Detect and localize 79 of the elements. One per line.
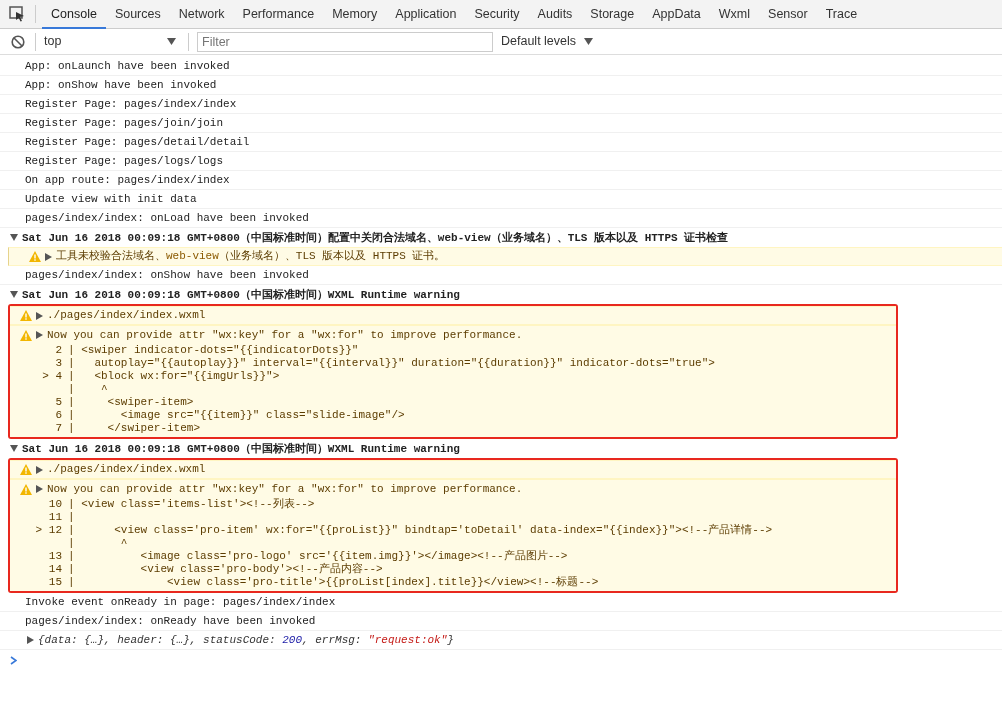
warning-icon: [20, 464, 32, 475]
line-number: 15: [47, 576, 62, 589]
tab[interactable]: Storage: [581, 0, 644, 29]
tab[interactable]: Wxml: [709, 0, 760, 29]
expand-arrow-icon: [36, 311, 43, 320]
warning-icon: [20, 310, 32, 321]
tab[interactable]: Application: [386, 0, 466, 29]
warning-icon: [20, 483, 32, 495]
code-line: | <swiper-item>: [68, 396, 194, 409]
tab[interactable]: Network: [169, 0, 234, 29]
code-line: | <image src="{{item}}" class="slide-image"/>: [68, 409, 405, 422]
line-number: 11: [47, 511, 62, 524]
tab[interactable]: Performance: [233, 0, 324, 29]
prompt-icon: [10, 656, 17, 665]
tab[interactable]: Trace: [816, 0, 867, 29]
clear-console-icon[interactable]: [11, 34, 25, 49]
code-line: |: [68, 511, 75, 524]
tab[interactable]: Console: [42, 0, 106, 29]
code-line: | <view class='pro-item' wx:for="{{proList}}" bindtap='toDetail' data-index="{{index}}"><!--产品详情-->: [68, 524, 773, 537]
group-header: Sat Jun 16 2018 00:09:18 GMT+0800（中国标准时间）配置中关闭合法域名、web-view（业务域名）、TLS 版本以及 HTTPS 证书检查: [22, 230, 729, 246]
log-message: pages/index/index: onShow have been invoked: [0, 266, 1002, 285]
tab[interactable]: Memory: [323, 0, 387, 29]
code-line: | <swiper indicator-dots="{{indicatorDots}}": [68, 344, 359, 357]
line-number: 13: [47, 550, 62, 563]
line-number: 6: [54, 409, 62, 422]
log-message: On app route: pages/index/index: [0, 171, 1002, 190]
tab[interactable]: Audits: [528, 0, 582, 29]
line-number: 2: [54, 344, 62, 357]
file-path[interactable]: ./pages/index/index.wxml: [47, 307, 206, 324]
warning-icon: [20, 329, 32, 341]
expand-arrow-icon: [36, 485, 43, 493]
context-select[interactable]: top: [40, 31, 180, 52]
code-line: | <view class='items-list'><!--列表-->: [68, 498, 315, 511]
code-line: | <view class='pro-title'>{{proList[index].title}}</view><!--标题-->: [68, 576, 599, 589]
tab[interactable]: AppData: [643, 0, 710, 29]
tab[interactable]: Security: [465, 0, 529, 29]
filter-field[interactable]: Filter: [197, 31, 493, 52]
file-path[interactable]: ./pages/index/index.wxml: [47, 461, 206, 478]
levels-dropdown[interactable]: Default levels: [501, 32, 594, 51]
expand-arrow-icon: [36, 465, 43, 474]
code-line: | <image class='pro-logo' src='{{item.img}}'></image><!--产品图片-->: [68, 550, 568, 563]
warning-message: Now you can provide attr "wx:key" for a "wx:for" to improve performance.: [47, 481, 523, 497]
line-number: > 4: [41, 370, 62, 383]
log-message: Update view with init data: [0, 190, 1002, 209]
line-number: 3: [54, 357, 62, 370]
dropdown-arrow-icon: [584, 38, 594, 45]
log-message: pages/index/index: onReady have been invoked: [0, 612, 1002, 631]
expand-arrow-icon: [27, 636, 34, 644]
tab[interactable]: Sources: [105, 0, 170, 29]
warning-icon: [29, 251, 41, 262]
line-number: 7: [54, 422, 62, 435]
line-number: 5: [54, 396, 62, 409]
line-number: 10: [47, 498, 62, 511]
log-message: Register Page: pages/index/index: [0, 95, 1002, 114]
log-message: Register Page: pages/detail/detail: [0, 133, 1002, 152]
warning-message: 工具未校验合法域名、web-view（业务域名）、TLS 版本以及 HTTPS 证书。: [56, 249, 446, 264]
log-message: App: onLaunch have been invoked: [0, 57, 1002, 76]
log-message: pages/index/index: onLoad have been invoked: [0, 209, 1002, 228]
log-message: Invoke event onReady in page: pages/index/index: [0, 593, 1002, 612]
expand-arrow-icon: [45, 252, 52, 261]
line-number: > 12: [34, 524, 62, 537]
warning-message: Now you can provide attr "wx:key" for a "wx:for" to improve performance.: [47, 327, 523, 343]
tab[interactable]: Sensor: [759, 0, 817, 29]
code-line: | ^: [68, 537, 128, 550]
group-header: Sat Jun 16 2018 00:09:18 GMT+0800（中国标准时间）WXML Runtime warning: [22, 441, 460, 457]
code-line: | ^: [68, 383, 108, 396]
log-message: App: onShow have been invoked: [0, 76, 1002, 95]
expand-arrow-icon: [36, 331, 43, 339]
code-line: | </swiper-item>: [68, 422, 201, 435]
log-message: Register Page: pages/join/join: [0, 114, 1002, 133]
line-number: 14: [47, 563, 62, 576]
object-summary: {data: {…}, header: {…}, statusCode: 200, errMsg: "request:ok"}: [38, 633, 454, 648]
inspect-icon[interactable]: [9, 6, 25, 22]
code-line: | <block wx:for="{{imgUrls}}">: [68, 370, 280, 383]
dropdown-arrow-icon: [167, 38, 176, 45]
code-line: | <view class='pro-body'><!--产品内容-->: [68, 563, 383, 576]
log-message: Register Page: pages/logs/logs: [0, 152, 1002, 171]
group-header: Sat Jun 16 2018 00:09:18 GMT+0800（中国标准时间）WXML Runtime warning: [22, 287, 460, 303]
code-line: | autoplay="{{autoplay}}" interval="{{interval}}" duration="{{duration}}" indicator-dots="true">: [68, 357, 715, 370]
